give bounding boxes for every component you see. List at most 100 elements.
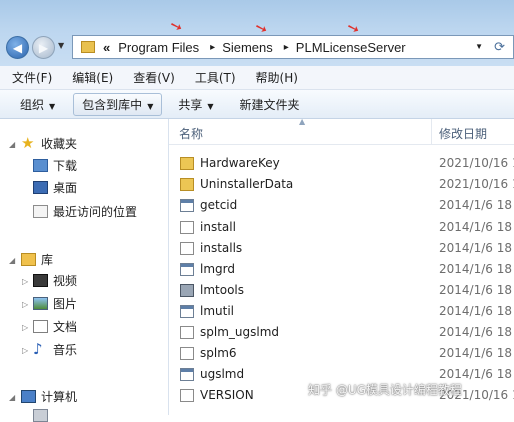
file-row[interactable]: lmgrd 2014/1/6 18: [169, 259, 514, 280]
collapse-arrow-icon[interactable]: ◢: [9, 256, 15, 265]
breadcrumb-program-files[interactable]: Program Files: [118, 40, 199, 55]
breadcrumb-plmlicenseserver[interactable]: PLMLicenseServer: [296, 40, 406, 55]
command-toolbar: 组织 ▼ 包含到库中 ▼ 共享 ▼ 新建文件夹: [0, 90, 514, 119]
watermark: 知乎 @UG模具设计编程教程: [308, 383, 462, 397]
music-note-icon: ♪: [33, 340, 43, 358]
dropdown-arrow-icon: ▼: [49, 101, 56, 111]
text-file-icon: [180, 389, 194, 402]
nav-recent-label: 最近访问的位置: [53, 205, 138, 219]
share-button[interactable]: 共享 ▼: [170, 94, 221, 115]
menu-view[interactable]: 查看(V): [133, 69, 175, 86]
file-date: 2014/1/6 18: [439, 346, 512, 360]
sort-ascending-icon: ▲: [299, 117, 306, 126]
text-file-icon: [180, 242, 194, 255]
nav-libraries[interactable]: 库: [21, 251, 53, 268]
text-file-icon: [180, 326, 194, 339]
nav-desktop-label: 桌面: [53, 181, 78, 195]
address-overflow-chevron[interactable]: «: [103, 40, 110, 55]
menu-file[interactable]: 文件(F): [12, 69, 52, 86]
video-library-icon: [33, 274, 48, 287]
downloads-folder-icon: [33, 159, 48, 172]
include-in-library-label: 包含到库中: [82, 97, 143, 112]
file-row[interactable]: splm_ugslmd 2014/1/6 18: [169, 322, 514, 343]
file-row[interactable]: splm6 2014/1/6 18: [169, 343, 514, 364]
file-name: install: [200, 220, 236, 234]
file-name: UninstallerData: [200, 177, 294, 191]
nav-recent-places[interactable]: 最近访问的位置: [33, 203, 137, 220]
file-date: 2014/1/6 18: [439, 325, 512, 339]
arrow-right-icon: ▶: [38, 40, 49, 55]
refresh-icon[interactable]: ⟳: [494, 39, 505, 55]
file-date: 2014/1/6 18: [439, 220, 512, 234]
file-name: lmutil: [200, 304, 235, 318]
collapse-arrow-icon[interactable]: ◢: [9, 140, 15, 149]
nav-downloads[interactable]: 下载: [33, 157, 77, 174]
back-button[interactable]: ◀: [6, 36, 29, 59]
nav-computer-label: 计算机: [41, 390, 78, 404]
column-divider[interactable]: [431, 119, 432, 144]
recent-pages-dropdown[interactable]: ▼: [58, 41, 64, 50]
expand-arrow-icon[interactable]: ▷: [22, 300, 28, 309]
exe-icon: [180, 368, 194, 381]
file-name: splm_ugslmd: [200, 325, 280, 339]
breadcrumb-siemens[interactable]: Siemens: [222, 40, 273, 55]
dropdown-arrow-icon: ▼: [147, 101, 154, 111]
nav-computer[interactable]: 计算机: [21, 388, 77, 405]
nav-documents-label: 文档: [53, 320, 78, 334]
organize-label: 组织: [20, 97, 45, 112]
expand-arrow-icon[interactable]: ▷: [22, 346, 28, 355]
new-folder-button[interactable]: 新建文件夹: [232, 94, 308, 115]
nav-desktop[interactable]: 桌面: [33, 179, 77, 196]
file-row[interactable]: installs 2014/1/6 18: [169, 238, 514, 259]
menu-edit[interactable]: 编辑(E): [72, 69, 113, 86]
exe-icon: [180, 305, 194, 318]
file-date: 2021/10/16 1: [439, 156, 514, 170]
nav-documents[interactable]: 文档: [33, 318, 77, 335]
library-icon: [21, 253, 36, 266]
file-row[interactable]: lmutil 2014/1/6 18: [169, 301, 514, 322]
picture-library-icon: [33, 297, 48, 310]
file-row[interactable]: getcid 2014/1/6 18: [169, 195, 514, 216]
nav-pictures[interactable]: 图片: [33, 295, 77, 312]
file-name: ugslmd: [200, 367, 245, 381]
collapse-arrow-icon[interactable]: ◢: [9, 393, 15, 402]
text-file-icon: [180, 347, 194, 360]
file-name: lmgrd: [200, 262, 235, 276]
computer-icon: [21, 390, 36, 403]
menu-tools[interactable]: 工具(T): [195, 69, 236, 86]
document-library-icon: [33, 320, 48, 333]
nav-favorites-label: 收藏夹: [41, 137, 78, 151]
menu-bar: 文件(F) 编辑(E) 查看(V) 工具(T) 帮助(H): [0, 66, 514, 90]
nav-videos[interactable]: 视频: [33, 272, 77, 289]
file-name: lmtools: [200, 283, 244, 297]
column-header-date[interactable]: 修改日期: [439, 125, 487, 142]
file-date: 2014/1/6 18: [439, 304, 512, 318]
folder-icon: [180, 157, 194, 170]
file-row[interactable]: lmtools 2014/1/6 18: [169, 280, 514, 301]
address-dropdown-icon[interactable]: ▼: [475, 42, 483, 51]
address-bar[interactable]: « Program Files ▸ Siemens ▸ PLMLicenseSe…: [72, 35, 514, 59]
column-headers: ▲ 名称 修改日期: [169, 117, 514, 145]
nav-local-disk[interactable]: [33, 409, 53, 422]
file-row[interactable]: HardwareKey 2021/10/16 1: [169, 153, 514, 174]
nav-music[interactable]: ♪ 音乐: [33, 341, 77, 358]
breadcrumb-separator-icon[interactable]: ▸: [284, 42, 289, 53]
recent-places-icon: [33, 205, 48, 218]
exe-icon: [180, 199, 194, 212]
file-date: 2014/1/6 18: [439, 241, 512, 255]
file-name: getcid: [200, 198, 238, 212]
nav-favorites[interactable]: ★ 收藏夹: [21, 135, 77, 152]
folder-icon: [180, 178, 194, 191]
nav-libraries-label: 库: [41, 253, 54, 267]
file-row[interactable]: UninstallerData 2021/10/16 1: [169, 174, 514, 195]
include-in-library-button[interactable]: 包含到库中 ▼: [73, 92, 163, 116]
organize-button[interactable]: 组织 ▼: [12, 94, 63, 115]
expand-arrow-icon[interactable]: ▷: [22, 277, 28, 286]
breadcrumb-separator-icon[interactable]: ▸: [210, 42, 215, 53]
file-row[interactable]: install 2014/1/6 18: [169, 217, 514, 238]
exe-icon: [180, 263, 194, 276]
column-header-name[interactable]: 名称: [179, 125, 203, 142]
expand-arrow-icon[interactable]: ▷: [22, 323, 28, 332]
menu-help[interactable]: 帮助(H): [256, 69, 298, 86]
forward-button[interactable]: ▶: [32, 36, 55, 59]
